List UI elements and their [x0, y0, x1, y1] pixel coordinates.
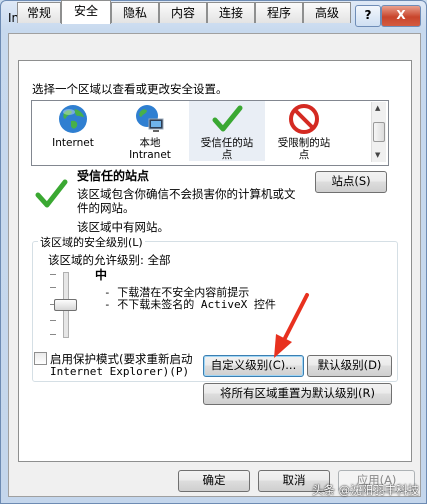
- level-bullet-2: - 不下载未签名的 ActiveX 控件: [104, 298, 276, 311]
- restricted-icon: [288, 103, 320, 135]
- slider-tick: [50, 334, 56, 335]
- zone-internet-label: Internet: [52, 137, 94, 149]
- protected-mode-checkbox[interactable]: [34, 352, 47, 365]
- security-slider-thumb[interactable]: [54, 299, 77, 311]
- help-button[interactable]: ?: [355, 5, 381, 27]
- tab-programs[interactable]: 程序: [255, 2, 303, 23]
- reset-all-zones-button[interactable]: 将所有区域重置为默认级别(R): [203, 383, 392, 405]
- annotation-arrow-icon: [268, 292, 312, 363]
- selected-zone-title: 受信任的站点: [77, 169, 150, 183]
- zone-internet[interactable]: Internet: [35, 101, 111, 149]
- tab-privacy[interactable]: 隐私: [111, 2, 159, 23]
- scroll-thumb[interactable]: [373, 122, 385, 142]
- zone-local-intranet[interactable]: 本地 Intranet: [112, 101, 188, 161]
- slider-tick: [50, 287, 56, 288]
- security-level-title: 该区域的安全级别(L): [38, 234, 145, 250]
- sites-button[interactable]: 站点(S): [315, 171, 387, 193]
- scroll-up-icon[interactable]: ▲: [375, 104, 380, 112]
- ok-button[interactable]: 确定: [178, 470, 250, 492]
- zone-trusted-label1: 受信任的站: [200, 137, 254, 149]
- tab-general[interactable]: 常规: [17, 2, 61, 23]
- zone-trusted-label2: 点: [221, 149, 233, 161]
- current-level: 中: [95, 268, 108, 282]
- selected-zone-icon: [34, 177, 68, 214]
- slider-tick: [50, 320, 56, 321]
- checkmark-icon: [211, 103, 243, 135]
- tab-security[interactable]: 安全: [61, 0, 111, 24]
- tab-advanced[interactable]: 高级: [303, 2, 351, 23]
- zone-intranet-label1: 本地: [139, 137, 161, 149]
- slider-tick: [50, 274, 56, 275]
- globe-icon: [57, 103, 89, 135]
- default-level-button[interactable]: 默认级别(D): [307, 355, 392, 377]
- tab-connections[interactable]: 连接: [207, 2, 255, 23]
- tab-content[interactable]: 内容: [159, 2, 207, 23]
- watermark: 头条 @沈阳羽丰科技: [312, 483, 420, 497]
- protected-mode-label-2[interactable]: Internet Explorer)(P): [50, 365, 189, 378]
- zone-restricted-label2: 点: [298, 149, 310, 161]
- close-button[interactable]: X: [381, 5, 421, 27]
- zone-restricted-label1: 受限制的站: [277, 137, 331, 149]
- intranet-icon: [134, 103, 166, 135]
- zone-instruction: 选择一个区域以查看或更改安全设置。: [32, 82, 228, 96]
- zone-restricted-sites[interactable]: 受限制的站 点: [266, 101, 342, 161]
- scroll-down-icon[interactable]: ▼: [375, 151, 380, 159]
- zone-list: Internet 本地 Intranet 受信任的站 点 受限制的站 点: [31, 100, 389, 166]
- zone-intranet-label2: Intranet: [129, 149, 171, 161]
- zone-scrollbar[interactable]: ▲ ▼: [371, 102, 386, 162]
- selected-zone-status: 该区域中有网站。: [77, 220, 169, 234]
- zone-trusted-sites[interactable]: 受信任的站 点: [189, 101, 265, 161]
- selected-zone-desc-2: 件的网站。: [77, 201, 135, 215]
- allowed-levels: 该区域的允许级别: 全部: [48, 253, 171, 267]
